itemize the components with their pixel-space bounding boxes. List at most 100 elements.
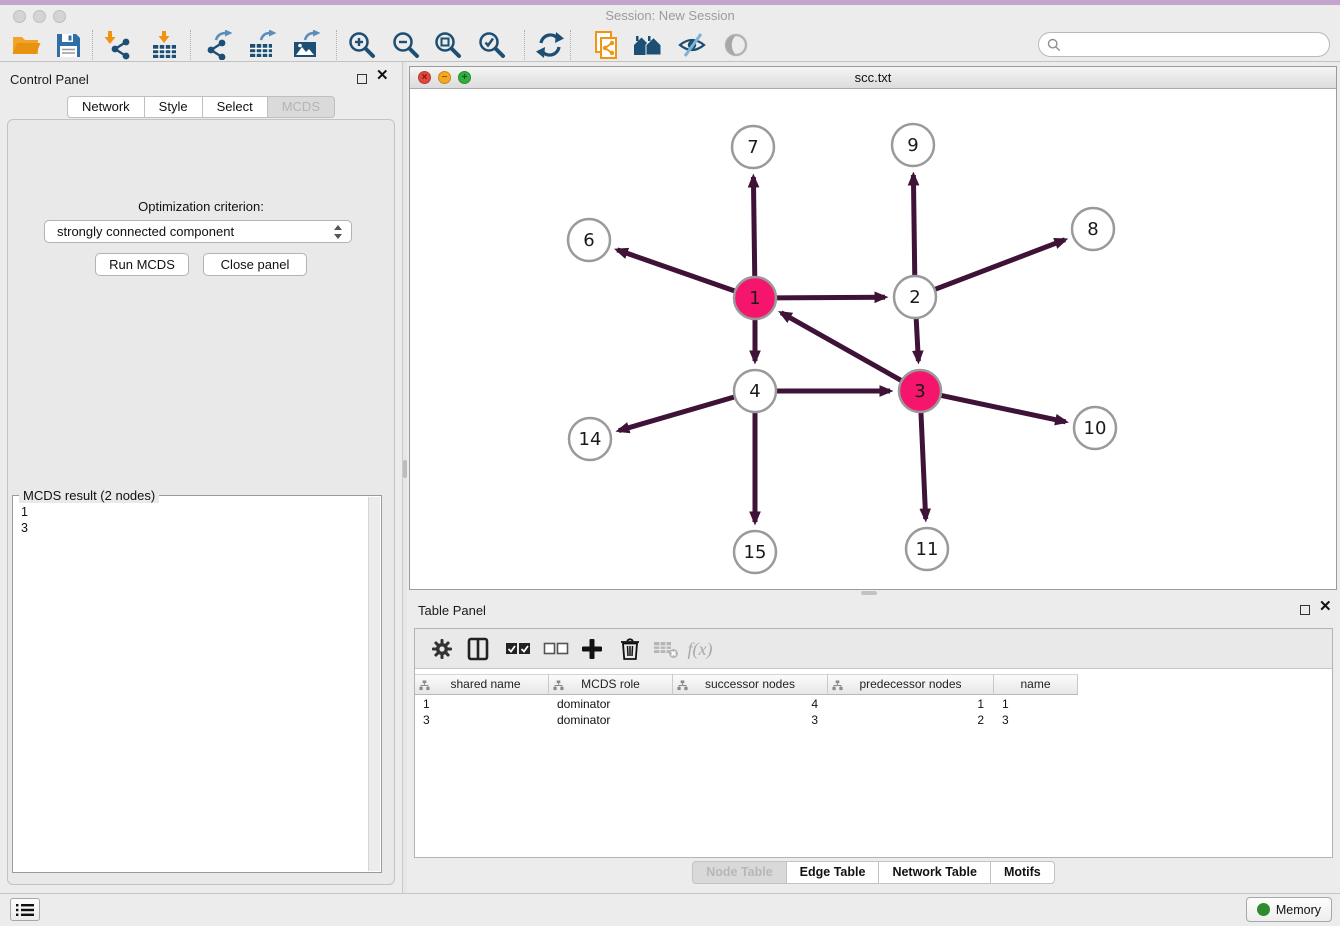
clone-network-button[interactable] [590,29,622,61]
tab-edge-table[interactable]: Edge Table [786,861,880,884]
node-label: 1 [749,288,760,309]
table-cell[interactable]: 3 [994,712,1078,728]
network-table-splitter[interactable] [409,590,1337,597]
node-9[interactable]: 9 [892,124,934,166]
criterion-dropdown[interactable]: strongly connected component [44,220,352,243]
export-table-icon [247,30,277,60]
node-2[interactable]: 2 [894,276,936,318]
gear-icon [431,638,453,660]
hide-graphics-details-button[interactable] [676,29,708,61]
table-cell[interactable]: 2 [828,712,994,728]
table-cell[interactable]: 1 [994,696,1078,712]
window-title: Session: New Session [0,8,1340,23]
table-panel-tabs: Node TableEdge TableNetwork TableMotifs [407,861,1340,884]
toolbar-separator [336,30,337,60]
table-cell[interactable]: 3 [673,712,828,728]
edge-3-11[interactable] [921,409,926,519]
table-cell[interactable]: dominator [549,712,673,728]
table-cell[interactable]: dominator [549,696,673,712]
node-1[interactable]: 1 [734,277,776,319]
edge-2-9[interactable] [913,175,914,279]
table-settings-button[interactable] [429,636,455,662]
zoom-selected-button[interactable] [476,29,508,61]
columns-icon [467,637,489,661]
column-header-shared-name[interactable]: shared name [415,674,549,695]
divider-grip[interactable] [403,460,407,478]
export-table-button[interactable] [246,29,278,61]
export-image-button[interactable] [290,29,322,61]
import-table-button[interactable] [148,29,180,61]
float-panel-icon[interactable] [357,74,367,84]
create-column-button[interactable] [579,636,605,662]
node-14[interactable]: 14 [569,418,611,460]
network-canvas[interactable]: 7 9 6 8 1 2 4 3 14 10 15 11 [410,89,1336,589]
tab-motifs[interactable]: Motifs [990,861,1055,884]
node-6[interactable]: 6 [568,219,610,261]
table-cell[interactable]: 4 [673,696,828,712]
import-network-button[interactable] [102,29,134,61]
table-cell[interactable]: 1 [415,696,549,712]
node-3[interactable]: 3 [899,370,941,412]
zoom-in-button[interactable] [346,29,378,61]
node-10[interactable]: 10 [1074,407,1116,449]
run-mcds-button[interactable]: Run MCDS [95,253,189,276]
edge-1-2[interactable] [773,297,885,298]
zoom-fit-icon [433,30,463,60]
tab-select[interactable]: Select [202,96,268,118]
deselect-all-rows-button[interactable] [543,636,569,662]
table-row[interactable]: 3dominator323 [415,712,1332,728]
tab-mcds[interactable]: MCDS [267,96,335,118]
table-cell[interactable]: 3 [415,712,549,728]
apply-function-button: f(x) [687,636,713,662]
edge-2-3[interactable] [916,315,918,361]
column-header-predecessor-nodes[interactable]: predecessor nodes [828,674,994,695]
zoom-fit-content-button[interactable] [432,29,464,61]
node-4[interactable]: 4 [734,370,776,412]
edge-2-8[interactable] [932,240,1065,291]
float-panel-icon[interactable] [1300,605,1310,615]
memory-button[interactable]: Memory [1246,897,1332,922]
save-session-button[interactable] [52,29,84,61]
control-panel-actions: ✕ [357,71,389,89]
table-row[interactable]: 1dominator411 [415,696,1332,712]
home-button[interactable] [632,29,664,61]
column-header-mcds-role[interactable]: MCDS role [549,674,673,695]
edge-1-6[interactable] [617,250,738,292]
zoom-out-button[interactable] [390,29,422,61]
edge-3-10[interactable] [938,395,1066,422]
edge-1-7[interactable] [753,177,754,280]
task-history-button[interactable] [10,898,40,921]
plus-icon [581,638,603,660]
splitter-grip[interactable] [861,591,877,595]
column-header-name[interactable]: name [994,674,1078,695]
show-column-button[interactable] [465,636,491,662]
search-box[interactable] [1038,32,1330,57]
delete-column-button[interactable] [617,636,643,662]
tab-style[interactable]: Style [144,96,203,118]
node-15[interactable]: 15 [734,531,776,573]
node-7[interactable]: 7 [732,126,774,168]
node-8[interactable]: 8 [1072,208,1114,250]
search-input[interactable] [1066,38,1329,52]
tab-network[interactable]: Network [67,96,145,118]
open-file-button[interactable] [10,29,42,61]
export-network-button[interactable] [202,29,234,61]
edge-4-14[interactable] [619,396,738,431]
close-panel-button[interactable]: Close panel [203,253,307,276]
close-panel-icon[interactable]: ✕ [1319,602,1332,612]
refresh-button[interactable] [534,29,566,61]
clone-network-icon [591,30,621,60]
network-window-titlebar[interactable]: × − + scc.txt [410,67,1336,89]
table-cell[interactable]: 1 [828,696,994,712]
node-label: 14 [579,429,602,450]
node-11[interactable]: 11 [906,528,948,570]
mcds-result-item: 1 [21,504,365,520]
column-header-successor-nodes[interactable]: successor nodes [673,674,828,695]
node-label: 4 [749,381,760,402]
close-panel-icon[interactable]: ✕ [376,71,389,81]
tab-node-table[interactable]: Node Table [692,861,786,884]
result-scrollbar[interactable] [368,497,380,871]
edge-3-1[interactable] [781,313,904,383]
select-all-rows-button[interactable] [505,636,531,662]
tab-network-table[interactable]: Network Table [878,861,991,884]
